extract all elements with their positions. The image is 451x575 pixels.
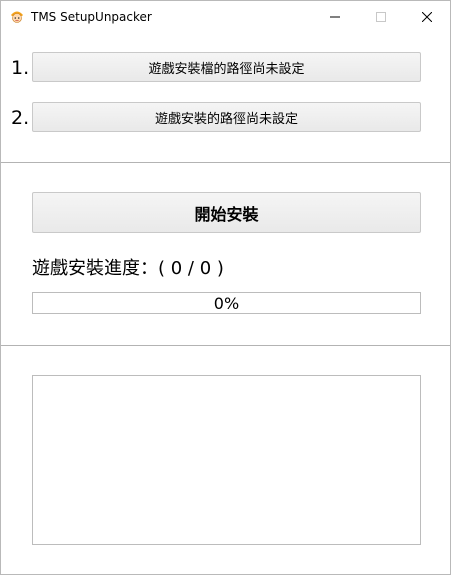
install-path-button[interactable]: 遊戲安裝的路徑尚未設定: [32, 102, 421, 132]
close-button[interactable]: [404, 1, 450, 32]
step-number-2: 2.: [11, 107, 30, 129]
main-window: TMS SetupUnpacker 1. 遊戲安裝檔的路徑尚未設定 2. 遊戲安…: [0, 0, 451, 575]
window-title: TMS SetupUnpacker: [31, 10, 152, 24]
installer-path-button[interactable]: 遊戲安裝檔的路徑尚未設定: [32, 52, 421, 82]
title-bar[interactable]: TMS SetupUnpacker: [1, 1, 450, 32]
maximize-icon: [376, 7, 386, 26]
maximize-button[interactable]: [358, 1, 404, 32]
progress-percent: 0%: [213, 293, 240, 313]
install-progress-bar: 0%: [32, 292, 421, 314]
minimize-icon: [330, 7, 340, 26]
minimize-button[interactable]: [312, 1, 358, 32]
app-character-icon: [9, 8, 25, 24]
close-icon: [421, 7, 433, 26]
section-divider: [1, 162, 450, 163]
start-install-button[interactable]: 開始安裝: [32, 192, 421, 233]
step-number-1: 1.: [11, 57, 30, 79]
log-output-box[interactable]: [32, 375, 421, 545]
install-progress-label: 遊戲安裝進度：( 0 / 0 ): [32, 258, 224, 279]
section-divider: [1, 345, 450, 346]
